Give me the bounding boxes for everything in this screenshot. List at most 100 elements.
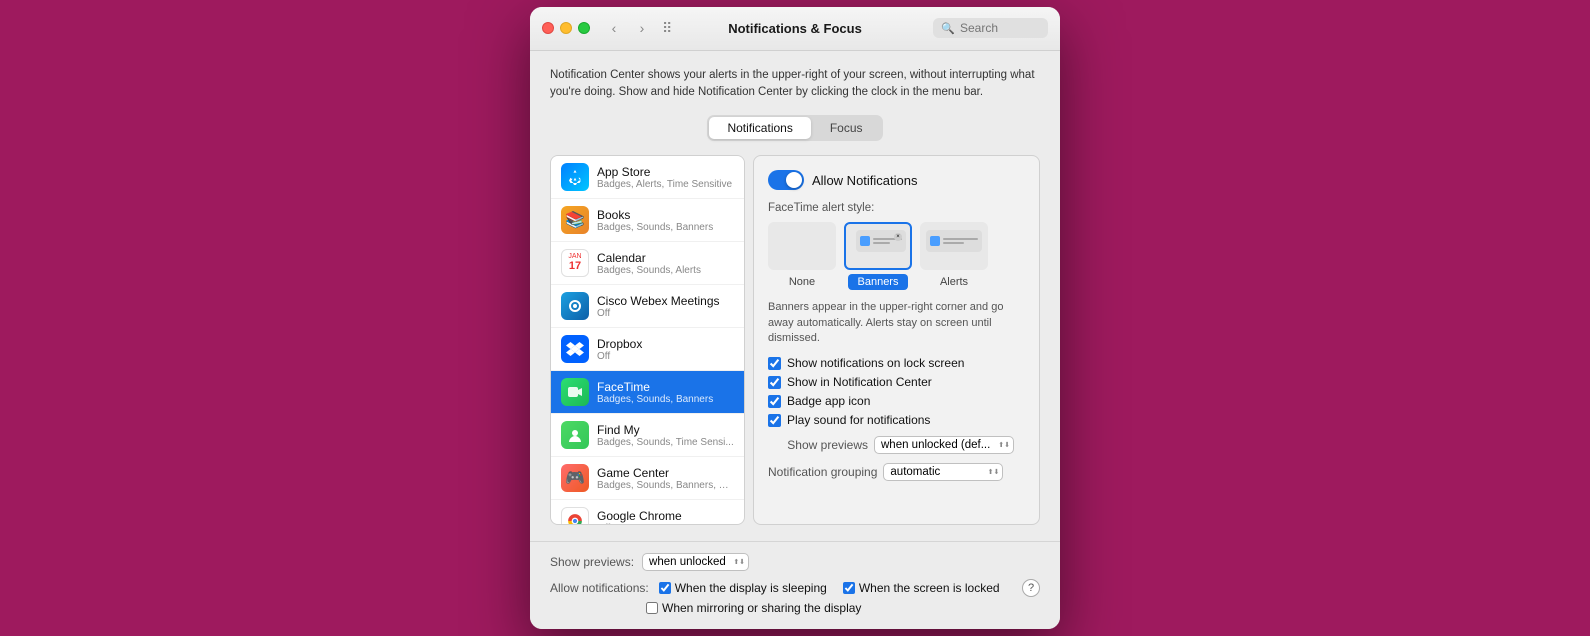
close-button[interactable] — [542, 22, 554, 34]
app-name: Google Chrome — [597, 509, 734, 523]
app-name: Dropbox — [597, 337, 734, 351]
checkbox-notification-center-input[interactable] — [768, 376, 781, 389]
line — [943, 238, 978, 240]
dropbox-icon — [561, 335, 589, 363]
mini-notification: × — [856, 230, 906, 252]
back-button[interactable]: ‹ — [602, 16, 626, 40]
bottom-show-previews-label: Show previews: — [550, 555, 634, 569]
show-previews-row: Show previews when unlocked (def... — [768, 435, 1025, 454]
app-info: FaceTime Badges, Sounds, Banners — [597, 380, 734, 405]
help-button[interactable]: ? — [1022, 579, 1040, 597]
app-sub: Badges, Sounds, Banners — [597, 394, 734, 405]
minimize-button[interactable] — [560, 22, 572, 34]
calendar-icon: JAN 17 — [561, 249, 589, 277]
list-item[interactable]: App Store Badges, Alerts, Time Sensitive — [551, 156, 744, 199]
checkbox-badge-app-input[interactable] — [768, 395, 781, 408]
forward-button[interactable]: › — [630, 16, 654, 40]
app-info: Cisco Webex Meetings Off — [597, 294, 734, 319]
show-previews-select-wrapper: when unlocked (def... — [874, 435, 1014, 454]
chrome-icon-1 — [561, 507, 589, 525]
main-window: ‹ › ⠿ Notifications & Focus 🔍 Notificati… — [530, 7, 1060, 630]
tabs-container: Notifications Focus — [707, 115, 882, 141]
checkbox-display-sleeping-input[interactable] — [659, 582, 671, 594]
app-name: Cisco Webex Meetings — [597, 294, 734, 308]
allow-notifications-label: Allow Notifications — [812, 173, 918, 188]
app-sub: Badges, Sounds, Banners — [597, 222, 734, 233]
main-area: App Store Badges, Alerts, Time Sensitive… — [550, 155, 1040, 525]
grid-icon: ⠿ — [662, 20, 672, 37]
app-info: Dropbox Off — [597, 337, 734, 362]
checkbox-display-sleeping-label: When the display is sleeping — [675, 581, 827, 595]
titlebar: ‹ › ⠿ Notifications & Focus 🔍 — [530, 7, 1060, 51]
app-sub: Off — [597, 351, 734, 362]
checkbox-badge-app-label: Badge app icon — [787, 394, 870, 408]
alert-preview-banners: × — [844, 222, 912, 270]
mini-notif-icon — [860, 236, 870, 246]
checkbox-lock-screen-input[interactable] — [768, 357, 781, 370]
findmy-icon — [561, 421, 589, 449]
notification-grouping-select-wrapper: automatic — [883, 462, 1003, 481]
alert-preview-none — [768, 222, 836, 270]
list-item[interactable]: Dropbox Off — [551, 328, 744, 371]
allow-notifications-toggle[interactable] — [768, 170, 804, 190]
alert-option-banners[interactable]: × Banners — [844, 222, 912, 290]
line — [873, 242, 890, 244]
app-info: App Store Badges, Alerts, Time Sensitive — [597, 165, 734, 190]
tab-focus[interactable]: Focus — [812, 117, 881, 139]
alert-label-alerts: Alerts — [930, 274, 978, 290]
window-title: Notifications & Focus — [728, 21, 862, 36]
maximize-button[interactable] — [578, 22, 590, 34]
checkbox-lock-screen: Show notifications on lock screen — [768, 356, 1025, 370]
checkbox-lock-screen-label: Show notifications on lock screen — [787, 356, 964, 370]
app-name: FaceTime — [597, 380, 734, 394]
checkbox-play-sound-label: Play sound for notifications — [787, 413, 930, 427]
checkbox-mirroring-input[interactable] — [646, 602, 658, 614]
app-sub: Off — [597, 523, 734, 526]
alert-option-alerts[interactable]: Alerts — [920, 222, 988, 290]
app-info: Find My Badges, Sounds, Time Sensi... — [597, 423, 734, 448]
line — [943, 242, 964, 244]
search-input[interactable] — [960, 21, 1040, 35]
toggle-knob — [786, 172, 802, 188]
list-item[interactable]: 🎮 Game Center Badges, Sounds, Banners, T… — [551, 457, 744, 500]
app-list[interactable]: App Store Badges, Alerts, Time Sensitive… — [550, 155, 745, 525]
checkbox-notification-center-label: Show in Notification Center — [787, 375, 932, 389]
bottom-bar: Show previews: when unlocked Allow notif… — [530, 541, 1060, 629]
gamecenter-icon: 🎮 — [561, 464, 589, 492]
list-item[interactable]: Cisco Webex Meetings Off — [551, 285, 744, 328]
alert-style-label: FaceTime alert style: — [768, 202, 1025, 214]
checkbox-mirroring-label: When mirroring or sharing the display — [662, 601, 861, 615]
show-previews-select[interactable]: when unlocked (def... — [874, 436, 1014, 454]
nav-buttons: ‹ › — [602, 16, 654, 40]
checkbox-screen-locked-input[interactable] — [843, 582, 855, 594]
search-box[interactable]: 🔍 — [933, 18, 1048, 38]
mini-notification — [926, 230, 982, 252]
app-info: Books Badges, Sounds, Banners — [597, 208, 734, 233]
app-store-icon — [561, 163, 589, 191]
books-icon: 📚 — [561, 206, 589, 234]
bottom-show-previews-select[interactable]: when unlocked — [642, 553, 749, 571]
notification-grouping-select[interactable]: automatic — [883, 463, 1003, 481]
list-item[interactable]: 📚 Books Badges, Sounds, Banners — [551, 199, 744, 242]
second-allow-row: When mirroring or sharing the display — [550, 601, 1040, 615]
list-item[interactable]: JAN 17 Calendar Badges, Sounds, Alerts — [551, 242, 744, 285]
alert-option-none[interactable]: None — [768, 222, 836, 290]
list-item-facetime[interactable]: FaceTime Badges, Sounds, Banners — [551, 371, 744, 414]
checkbox-screen-locked-label: When the screen is locked — [859, 581, 1000, 595]
notification-grouping-row: Notification grouping automatic — [768, 462, 1025, 481]
app-sub: Badges, Sounds, Alerts — [597, 265, 734, 276]
checkbox-badge-app: Badge app icon — [768, 394, 1025, 408]
list-item-chrome1[interactable]: Google Chrome Off — [551, 500, 744, 525]
right-panel: Allow Notifications FaceTime alert style… — [753, 155, 1040, 525]
checkbox-play-sound-input[interactable] — [768, 414, 781, 427]
app-name: Find My — [597, 423, 734, 437]
traffic-lights — [542, 22, 590, 34]
cisco-icon — [561, 292, 589, 320]
app-sub: Badges, Alerts, Time Sensitive — [597, 179, 734, 190]
app-name: Game Center — [597, 466, 734, 480]
alert-preview-alerts — [920, 222, 988, 270]
app-info: Game Center Badges, Sounds, Banners, Ti.… — [597, 466, 734, 491]
tabs-row: Notifications Focus — [550, 115, 1040, 141]
list-item[interactable]: Find My Badges, Sounds, Time Sensi... — [551, 414, 744, 457]
tab-notifications[interactable]: Notifications — [709, 117, 810, 139]
